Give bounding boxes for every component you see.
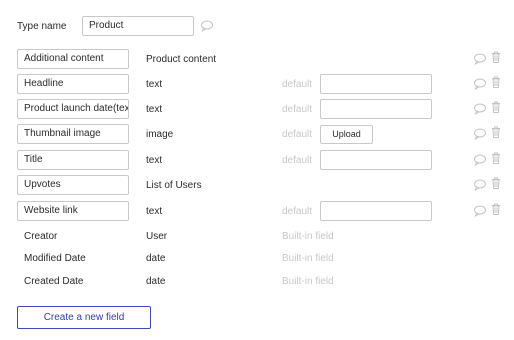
field-name-input[interactable]: Product launch date(tex: [17, 99, 129, 119]
type-name-label: Type name: [17, 21, 67, 32]
builtin-field-name: Modified Date: [24, 253, 86, 264]
field-name-input[interactable]: Headline: [17, 74, 129, 94]
default-value-input[interactable]: [320, 150, 432, 170]
field-name-input[interactable]: Website link: [17, 201, 129, 221]
trash-icon[interactable]: [489, 176, 503, 190]
field-type: Product content: [146, 54, 217, 65]
field-type: image: [146, 129, 174, 140]
trash-icon[interactable]: [489, 151, 503, 165]
comment-icon[interactable]: [473, 127, 487, 141]
builtin-field-name: Created Date: [24, 276, 84, 287]
default-label: default: [282, 79, 313, 90]
trash-icon[interactable]: [489, 202, 503, 216]
default-label: default: [282, 104, 313, 115]
field-type: text: [146, 155, 163, 166]
upload-button[interactable]: Upload: [320, 125, 373, 144]
comment-icon[interactable]: [473, 77, 487, 91]
field-name-input[interactable]: Title: [17, 150, 129, 170]
comment-icon[interactable]: [473, 204, 487, 218]
builtin-field-note: Built-in field: [282, 253, 334, 264]
builtin-field-name: Creator: [24, 231, 58, 242]
comment-icon[interactable]: [473, 178, 487, 192]
default-value-input[interactable]: [320, 74, 432, 94]
builtin-field-type: date: [146, 253, 166, 264]
comment-icon[interactable]: [473, 153, 487, 167]
default-label: default: [282, 129, 313, 140]
field-name-input[interactable]: Additional content: [17, 49, 129, 69]
field-type: List of Users: [146, 180, 202, 191]
default-label: default: [282, 155, 313, 166]
create-new-field-button[interactable]: Create a new field: [17, 306, 151, 329]
field-type: text: [146, 206, 163, 217]
trash-icon[interactable]: [489, 125, 503, 139]
builtin-field-type: date: [146, 276, 166, 287]
field-type: text: [146, 104, 163, 115]
type-name-input[interactable]: Product: [82, 16, 194, 36]
default-label: default: [282, 206, 313, 217]
trash-icon[interactable]: [489, 75, 503, 89]
field-name-input[interactable]: Upvotes: [17, 175, 129, 195]
builtin-field-note: Built-in field: [282, 231, 334, 242]
comment-icon[interactable]: [200, 19, 214, 33]
comment-icon[interactable]: [473, 102, 487, 116]
comment-icon[interactable]: [473, 52, 487, 66]
builtin-field-type: User: [146, 231, 168, 242]
trash-icon[interactable]: [489, 100, 503, 114]
builtin-field-note: Built-in field: [282, 276, 334, 287]
field-name-input[interactable]: Thumbnail image: [17, 124, 129, 144]
trash-icon[interactable]: [489, 50, 503, 64]
default-value-input[interactable]: [320, 99, 432, 119]
default-value-input[interactable]: [320, 201, 432, 221]
field-type: text: [146, 79, 163, 90]
